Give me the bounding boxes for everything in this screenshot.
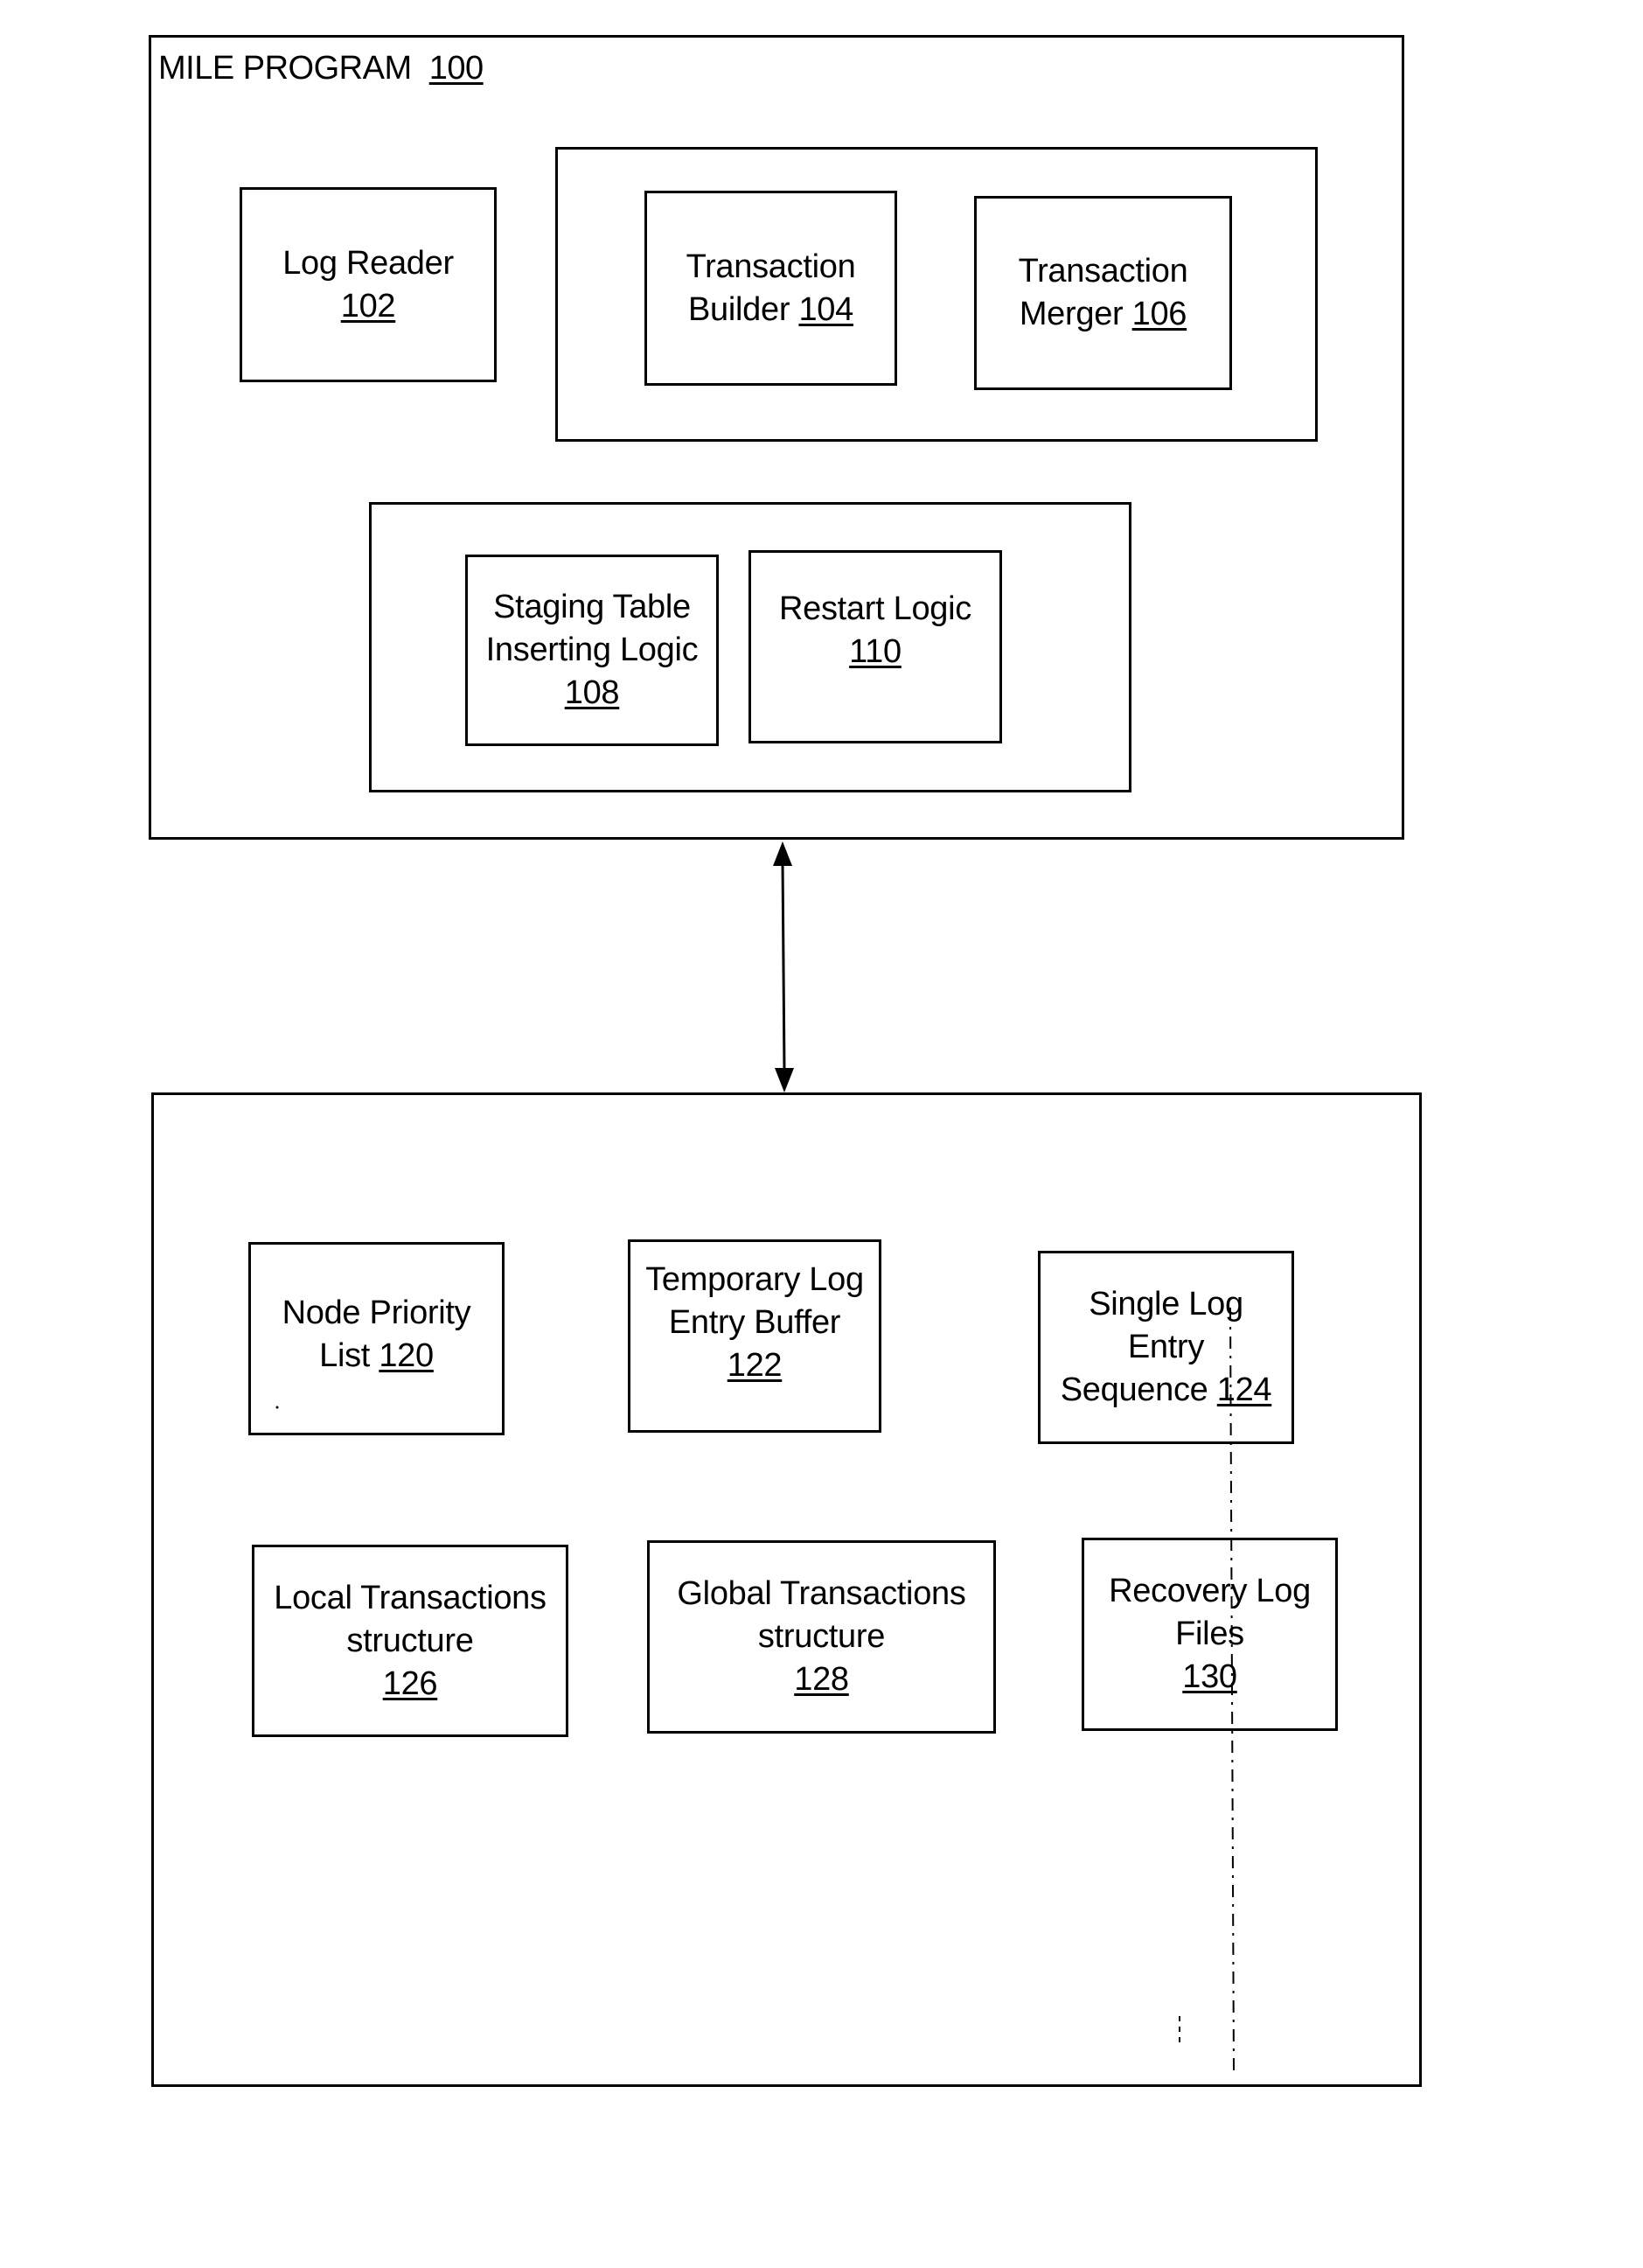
arrowhead-down bbox=[775, 1068, 794, 1092]
connector-layer bbox=[275, 841, 1235, 2072]
arrowhead-up bbox=[773, 841, 792, 866]
speck bbox=[275, 1406, 279, 1409]
dashed-artifact-line bbox=[1229, 1307, 1235, 2072]
bidirectional-arrow bbox=[773, 841, 794, 1092]
